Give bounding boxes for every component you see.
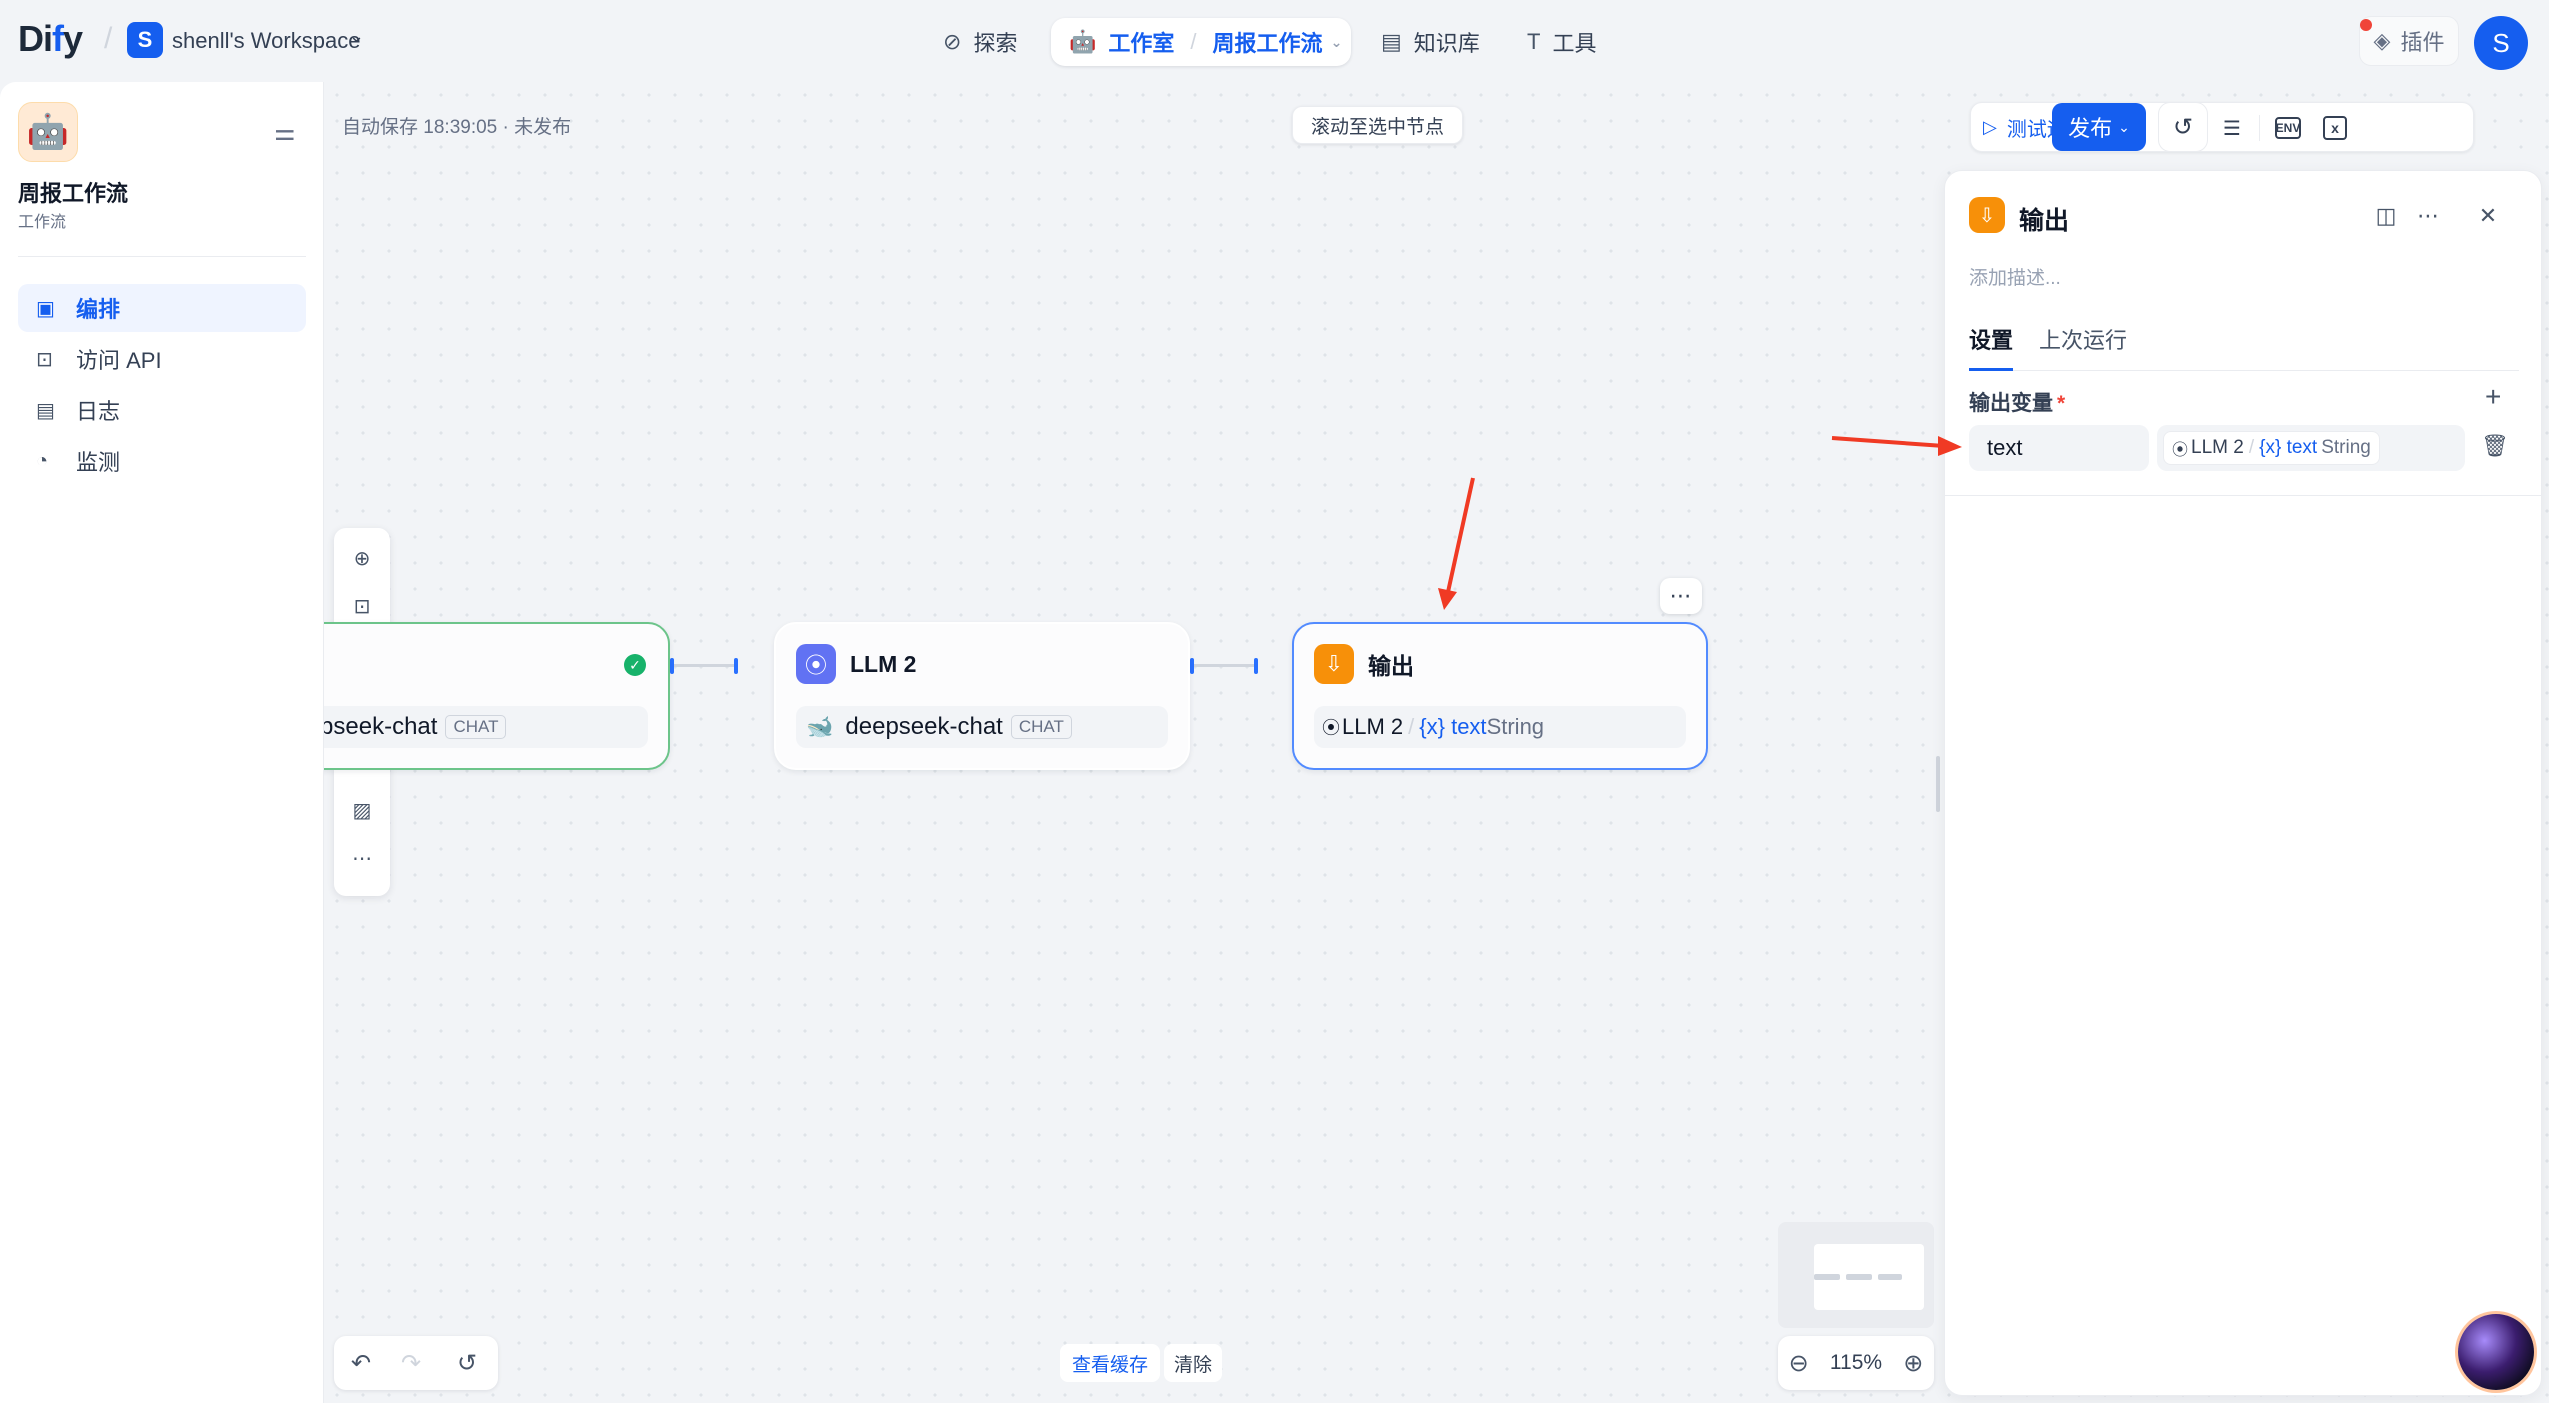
annotation-arrow-right [1831, 436, 1962, 456]
annotation-arrows [1438, 436, 1962, 610]
annotation-arrow-down [1438, 477, 1475, 610]
